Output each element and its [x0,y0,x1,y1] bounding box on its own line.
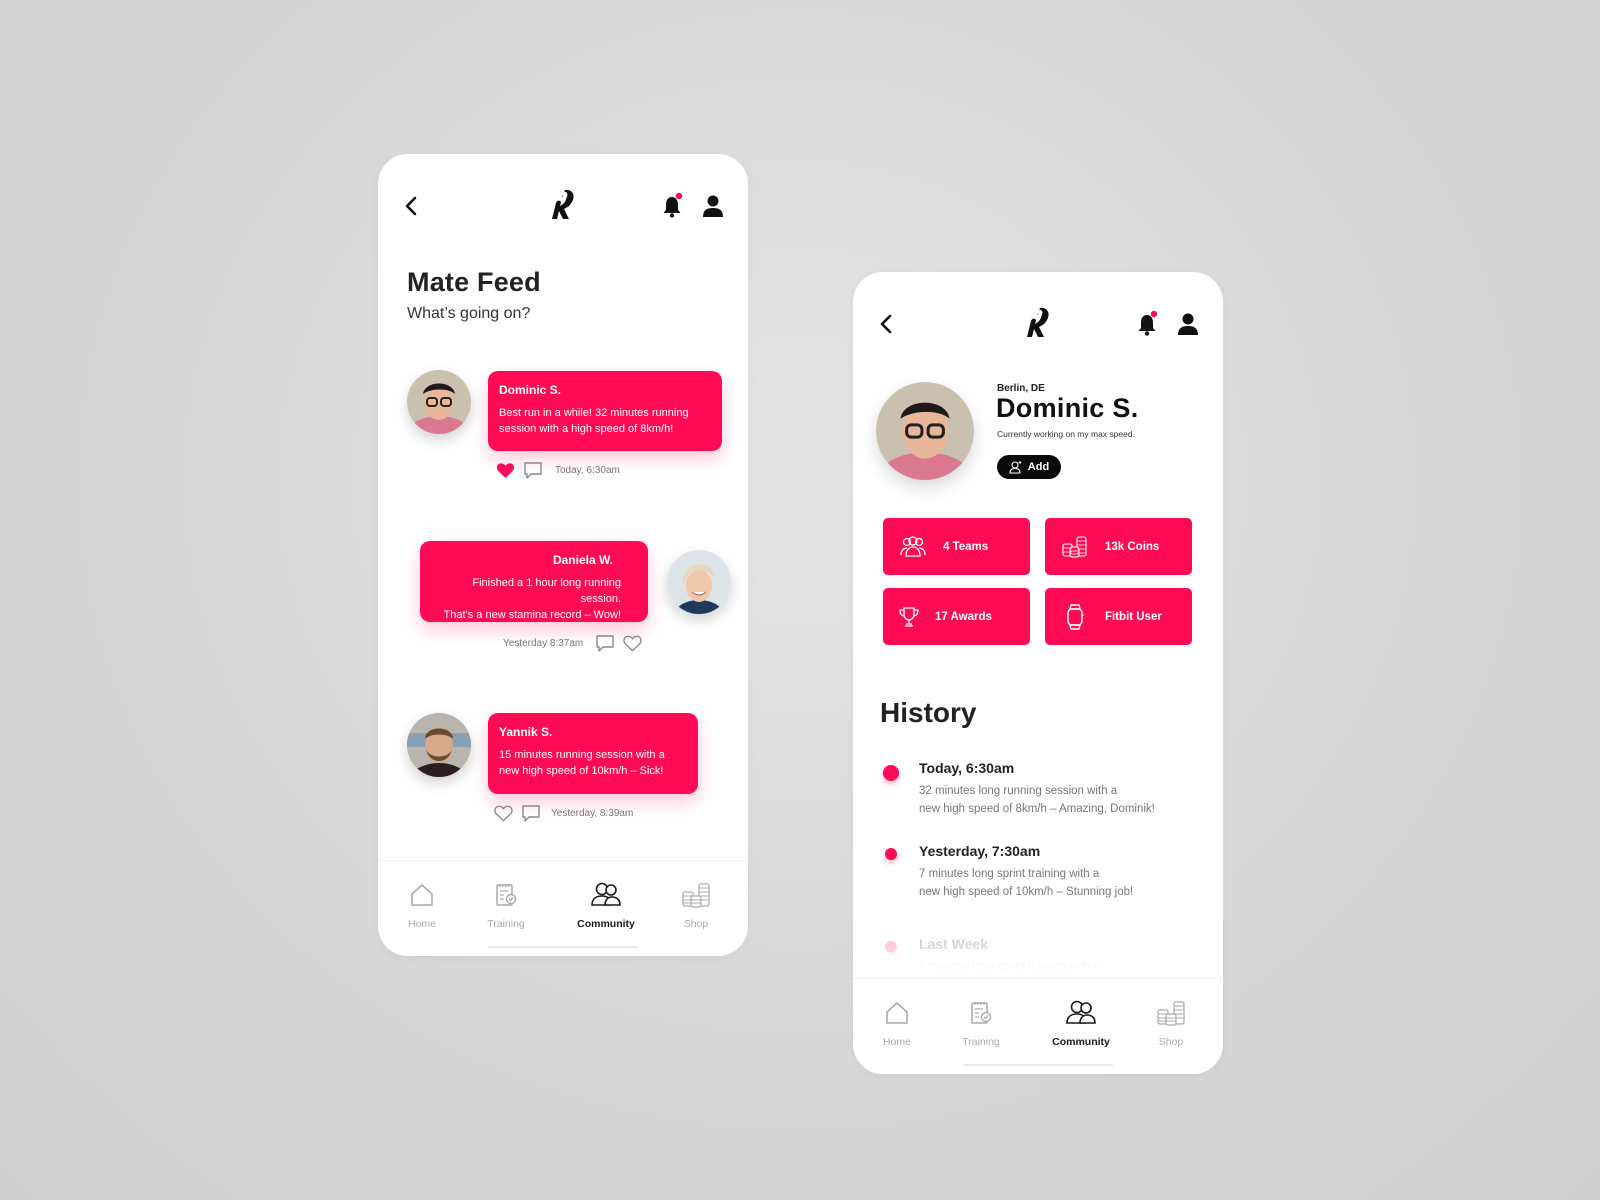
stat-label: 4 Teams [943,540,989,553]
tab-label: Home [882,1036,911,1048]
tab-home[interactable]: Home [382,881,462,932]
post-author: Dominic S. [499,383,562,397]
history-item-title: Today, 6:30am [919,760,1015,776]
post-timestamp: Yesterday 8:37am [503,638,584,649]
runner-logo-icon[interactable] [1023,306,1053,340]
tab-community[interactable]: Community [566,881,646,932]
tab-label: Home [407,918,436,930]
history-item-title: Yesterday, 7:30am [919,843,1041,859]
mate-feed-screen: Mate Feed What’s going on? Dominic S. Be… [378,154,748,956]
post-meta: Yesterday 8:37am [503,634,642,653]
history-dot [885,848,897,860]
coins-icon [682,883,710,908]
history-title: History [880,697,977,728]
heart-outline-icon[interactable] [623,635,642,652]
profile-status: Currently working on my max speed. [997,429,1135,439]
stat-label: 17 Awards [935,610,992,623]
bell-icon[interactable] [1135,310,1159,338]
post-bubble[interactable]: Dominic S. Best run in a while! 32 minut… [488,371,722,451]
tab-shop[interactable]: Shop [656,881,736,932]
bell-icon[interactable] [660,192,684,220]
smartwatch-icon [1067,603,1084,630]
post-meta: Today, 6:30am [496,461,620,480]
home-indicator [963,1064,1113,1066]
post-bubble[interactable]: Yannik S. 15 minutes running session wit… [488,713,698,794]
page-title: Mate Feed [407,267,541,297]
post-message: 15 minutes running session with a new hi… [499,749,665,777]
post-message: Best run in a while! 32 minutes running … [499,407,689,435]
post-timestamp: Today, 6:30am [555,465,620,476]
profile-avatar[interactable] [876,382,974,480]
post-message: Finished a 1 hour long running session. … [443,577,621,621]
add-label: Add [1027,461,1050,473]
bottom-tab-bar: Home Training Community Shop [378,860,748,956]
add-friend-button[interactable]: Add [997,455,1061,479]
top-bar [853,304,1223,344]
tab-label: Community [577,918,635,930]
history-dot [883,765,899,781]
stat-coins[interactable]: 13k Coins [1045,518,1192,575]
people-icon [900,535,926,557]
stat-label: Fitbit User [1105,610,1162,623]
stat-awards[interactable]: 17 Awards [883,588,1030,645]
home-icon [886,1002,908,1024]
home-indicator [488,946,638,948]
user-icon[interactable] [700,192,726,220]
stat-label: 13k Coins [1105,540,1160,553]
page-subtitle: What’s going on? [407,305,531,322]
clipboard-check-icon [971,1002,992,1024]
history-item-text: 32 minutes long running session with a n… [919,785,1155,815]
post-author: Yannik S. [499,725,553,739]
post-author: Daniela W. [552,553,613,567]
avatar-yannik[interactable] [407,713,471,777]
tab-label: Training [962,1036,1000,1048]
tab-training[interactable]: Training [466,881,546,932]
tab-label: Shop [683,918,709,930]
coins-icon [1062,535,1087,558]
chevron-left-icon[interactable] [400,192,426,220]
bottom-tab-bar: Home Training Community Shop [853,978,1223,1074]
tab-label: Community [1052,1036,1110,1048]
history-item-text: 7 minutes long sprint training with a ne… [919,868,1134,898]
tab-label: Training [487,918,525,930]
tab-shop[interactable]: Shop [1131,999,1211,1050]
people-icon [591,882,621,906]
tab-training[interactable]: Training [941,999,1021,1050]
notification-badge [675,192,683,200]
tab-label: Shop [1158,1036,1184,1048]
profile-name: Dominic S. [996,393,1139,423]
tab-home[interactable]: Home [857,999,937,1050]
clipboard-check-icon [496,884,517,906]
trophy-icon [899,606,919,627]
runner-logo-icon[interactable] [548,188,578,222]
post-timestamp: Yesterday, 8:39am [551,808,634,819]
stat-fitbit[interactable]: Fitbit User [1045,588,1192,645]
people-icon [1066,1000,1096,1024]
comment-icon[interactable] [523,461,543,480]
coins-icon [1157,1001,1185,1026]
top-bar [378,186,748,226]
chevron-left-icon[interactable] [875,310,901,338]
post-bubble[interactable]: Daniela W. Finished a 1 hour long runnin… [420,541,648,622]
avatar-dominic[interactable] [407,370,471,434]
stat-teams[interactable]: 4 Teams [883,518,1030,575]
home-icon [411,884,433,906]
heart-filled-icon[interactable] [496,462,515,479]
comment-icon[interactable] [595,634,615,653]
tab-community[interactable]: Community [1041,999,1121,1050]
avatar-daniela[interactable] [667,550,731,614]
notification-badge [1150,310,1158,318]
scroll-fade [853,928,1223,978]
scroll-fade [378,820,748,860]
user-icon[interactable] [1175,310,1201,338]
add-user-icon [1009,461,1022,474]
profile-screen: Berlin, DE Dominic S. Currently working … [853,272,1223,1074]
